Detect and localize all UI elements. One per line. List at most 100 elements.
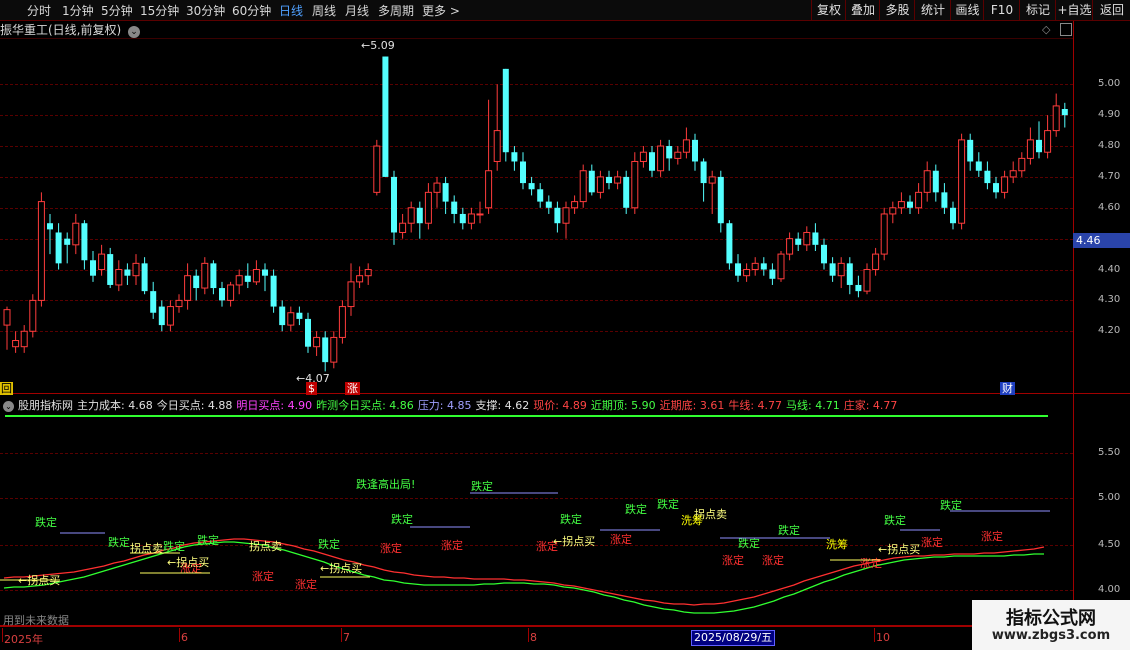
candle[interactable] bbox=[399, 213, 407, 239]
candle[interactable] bbox=[751, 257, 759, 276]
toolbar-button-4[interactable]: 画线 bbox=[950, 0, 984, 20]
candle[interactable] bbox=[459, 207, 466, 230]
candle[interactable] bbox=[846, 257, 853, 295]
tab-7[interactable]: 周线 bbox=[312, 2, 336, 19]
indicator-menu-icon[interactable]: ⌄ bbox=[3, 401, 14, 412]
candle[interactable] bbox=[244, 263, 251, 289]
candle[interactable] bbox=[614, 170, 622, 190]
candle[interactable] bbox=[837, 257, 845, 289]
toolbar-button-2[interactable]: 多股 bbox=[879, 0, 915, 20]
candle[interactable] bbox=[571, 195, 579, 214]
candle[interactable] bbox=[743, 263, 751, 282]
tab-6[interactable]: 日线 bbox=[279, 2, 303, 19]
candle[interactable] bbox=[639, 146, 647, 168]
back-badge[interactable]: 回 bbox=[0, 382, 13, 395]
candle[interactable] bbox=[537, 183, 544, 208]
candle[interactable] bbox=[493, 84, 501, 171]
candle[interactable] bbox=[769, 263, 776, 285]
candle[interactable] bbox=[424, 183, 432, 230]
candle[interactable] bbox=[338, 300, 346, 344]
candle[interactable] bbox=[252, 260, 260, 285]
candle[interactable] bbox=[279, 300, 286, 332]
candle[interactable] bbox=[313, 331, 321, 356]
candle[interactable] bbox=[735, 254, 741, 282]
candle[interactable] bbox=[391, 170, 397, 245]
candle[interactable] bbox=[975, 152, 982, 177]
candle[interactable] bbox=[812, 223, 819, 251]
candle[interactable] bbox=[958, 133, 966, 230]
candle[interactable] bbox=[666, 139, 673, 171]
candle[interactable] bbox=[993, 176, 999, 199]
candle[interactable] bbox=[12, 331, 20, 353]
candle[interactable] bbox=[270, 269, 277, 313]
candle[interactable] bbox=[984, 161, 991, 190]
candle[interactable] bbox=[1018, 152, 1026, 177]
candle[interactable] bbox=[950, 201, 956, 230]
candle[interactable] bbox=[1001, 170, 1009, 199]
candle[interactable] bbox=[201, 257, 209, 295]
candle[interactable] bbox=[64, 232, 71, 264]
candle[interactable] bbox=[175, 294, 183, 313]
candle[interactable] bbox=[20, 325, 28, 353]
candle[interactable] bbox=[72, 213, 80, 255]
candle[interactable] bbox=[520, 152, 526, 190]
candle[interactable] bbox=[674, 146, 682, 165]
candle[interactable] bbox=[210, 260, 217, 295]
candle[interactable] bbox=[502, 68, 509, 162]
candle[interactable] bbox=[880, 207, 888, 261]
indicator-chart[interactable]: 跌定跌定 跌定 跌定 跌定跌定 跌定跌定 跌定跌定跌定跌定跌定跌定跌逢高出局!涨定 涨定 涨定… bbox=[0, 420, 1073, 620]
candle[interactable] bbox=[150, 281, 157, 319]
tab-8[interactable]: 月线 bbox=[345, 2, 369, 19]
candle[interactable] bbox=[579, 164, 587, 208]
toolbar-button-8[interactable]: 返回 bbox=[1092, 0, 1130, 20]
candle[interactable] bbox=[760, 257, 767, 276]
candle[interactable] bbox=[941, 183, 948, 214]
tab-0[interactable]: 分时 bbox=[27, 2, 51, 19]
candle[interactable] bbox=[872, 247, 880, 276]
candle[interactable] bbox=[416, 201, 423, 239]
candle[interactable] bbox=[322, 331, 329, 372]
candle[interactable] bbox=[623, 170, 630, 214]
candle[interactable] bbox=[511, 146, 518, 171]
candle[interactable] bbox=[305, 312, 311, 353]
candle[interactable] bbox=[485, 99, 493, 214]
zhang-badge[interactable]: 涨 bbox=[345, 382, 360, 395]
candle[interactable] bbox=[287, 306, 295, 332]
candle[interactable] bbox=[967, 133, 974, 171]
candle[interactable] bbox=[219, 281, 225, 307]
candle[interactable] bbox=[717, 170, 724, 233]
stock-title[interactable]: 振华重工(日线,前复权) ⌄ bbox=[0, 21, 141, 38]
tab-9[interactable]: 多周期 bbox=[378, 2, 414, 19]
candle[interactable] bbox=[923, 161, 931, 202]
candle[interactable] bbox=[1036, 121, 1042, 159]
candle[interactable] bbox=[1061, 102, 1068, 128]
candle[interactable] bbox=[554, 201, 561, 233]
candle[interactable] bbox=[915, 183, 923, 214]
chevron-down-icon[interactable]: ⌄ bbox=[128, 26, 141, 38]
candle[interactable] bbox=[1009, 161, 1017, 184]
diamond-icon[interactable]: ◇ bbox=[1042, 23, 1050, 36]
candle[interactable] bbox=[107, 247, 114, 289]
candle[interactable] bbox=[227, 281, 235, 307]
candle[interactable] bbox=[528, 176, 535, 196]
candle[interactable] bbox=[1026, 127, 1034, 165]
candle[interactable] bbox=[897, 192, 905, 214]
candle[interactable] bbox=[98, 244, 106, 276]
candle[interactable] bbox=[588, 164, 595, 196]
tab-1[interactable]: 1分钟 bbox=[62, 2, 94, 19]
tab-3[interactable]: 15分钟 bbox=[140, 2, 179, 19]
candle[interactable] bbox=[407, 201, 415, 233]
candle[interactable] bbox=[829, 257, 836, 282]
candle[interactable] bbox=[777, 251, 785, 282]
candle[interactable] bbox=[562, 201, 570, 239]
candle[interactable] bbox=[81, 220, 88, 270]
candle[interactable] bbox=[932, 164, 939, 202]
candle[interactable] bbox=[356, 266, 364, 289]
candle[interactable] bbox=[606, 170, 612, 190]
candle[interactable] bbox=[3, 306, 11, 350]
candle[interactable] bbox=[476, 201, 484, 224]
candle[interactable] bbox=[692, 133, 698, 171]
toolbar-button-7[interactable]: +自选 bbox=[1055, 0, 1093, 20]
candle[interactable] bbox=[158, 300, 165, 332]
candle[interactable] bbox=[29, 294, 37, 338]
